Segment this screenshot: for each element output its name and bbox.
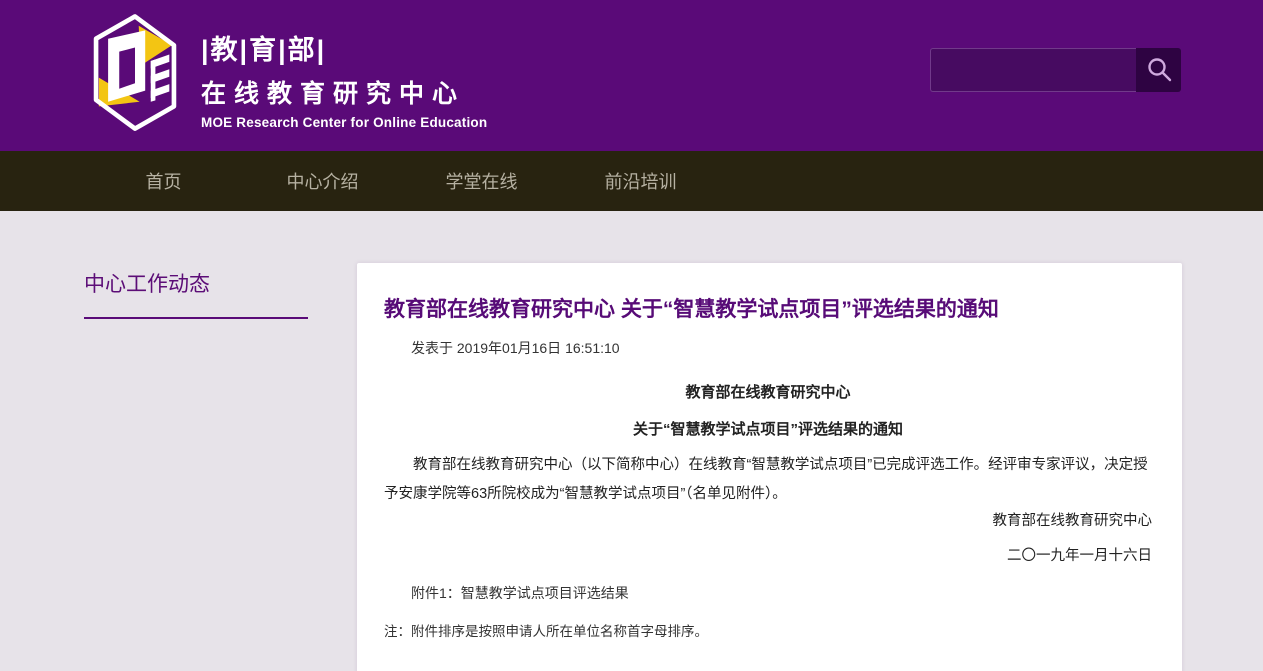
attachment-note: 注：附件排序是按照申请人所在单位名称首字母排序。 (384, 620, 1152, 640)
nav-item-home[interactable]: 首页 (84, 168, 243, 194)
article-card: 教育部在线教育研究中心 关于“智慧教学试点项目”评选结果的通知 发表于 2019… (357, 263, 1182, 671)
brand-english-name: MOE Research Center for Online Education (201, 115, 487, 130)
brand-text-block: |教|育|部| 在线教育研究中心 MOE Research Center for… (201, 11, 487, 130)
site-header: |教|育|部| 在线教育研究中心 MOE Research Center for… (0, 0, 1263, 151)
nav-item-xuetangx[interactable]: 学堂在线 (402, 168, 561, 194)
main-nav: 首页 中心介绍 学堂在线 前沿培训 (0, 151, 1263, 211)
sidebar: 中心工作动态 (0, 211, 357, 671)
notice-subject-heading: 关于“智慧教学试点项目”评选结果的通知 (384, 418, 1152, 439)
signature-date: 二〇一九年一月十六日 (384, 544, 1152, 565)
brand-moe-label: |教|育|部| (201, 28, 487, 67)
notice-org-heading: 教育部在线教育研究中心 (384, 381, 1152, 402)
site-logo[interactable]: |教|育|部| 在线教育研究中心 MOE Research Center for… (84, 11, 487, 135)
search-icon (1145, 56, 1173, 84)
nav-item-center-intro[interactable]: 中心介绍 (243, 168, 402, 194)
search-button[interactable] (1136, 48, 1181, 92)
notice-body-paragraph: 教育部在线教育研究中心（以下简称中心）在线教育“智慧教学试点项目”已完成评选工作… (384, 451, 1152, 509)
sidebar-item-center-news[interactable]: 中心工作动态 (84, 268, 308, 319)
search-input[interactable] (930, 48, 1136, 92)
search-box (930, 48, 1181, 92)
brand-center-name: 在线教育研究中心 (201, 74, 487, 110)
attachment-link[interactable]: 附件1：智慧教学试点项目评选结果 (411, 583, 1152, 603)
oe-cube-logo-icon (84, 11, 186, 135)
publish-date: 发表于 2019年01月16日 16:51:10 (411, 338, 1152, 358)
signature-organization: 教育部在线教育研究中心 (384, 509, 1152, 530)
page-content: 中心工作动态 教育部在线教育研究中心 关于“智慧教学试点项目”评选结果的通知 发… (0, 211, 1263, 671)
nav-item-frontier-training[interactable]: 前沿培训 (561, 168, 720, 194)
sidebar-section-title: 中心工作动态 (84, 268, 308, 298)
article-title: 教育部在线教育研究中心 关于“智慧教学试点项目”评选结果的通知 (384, 296, 1152, 323)
